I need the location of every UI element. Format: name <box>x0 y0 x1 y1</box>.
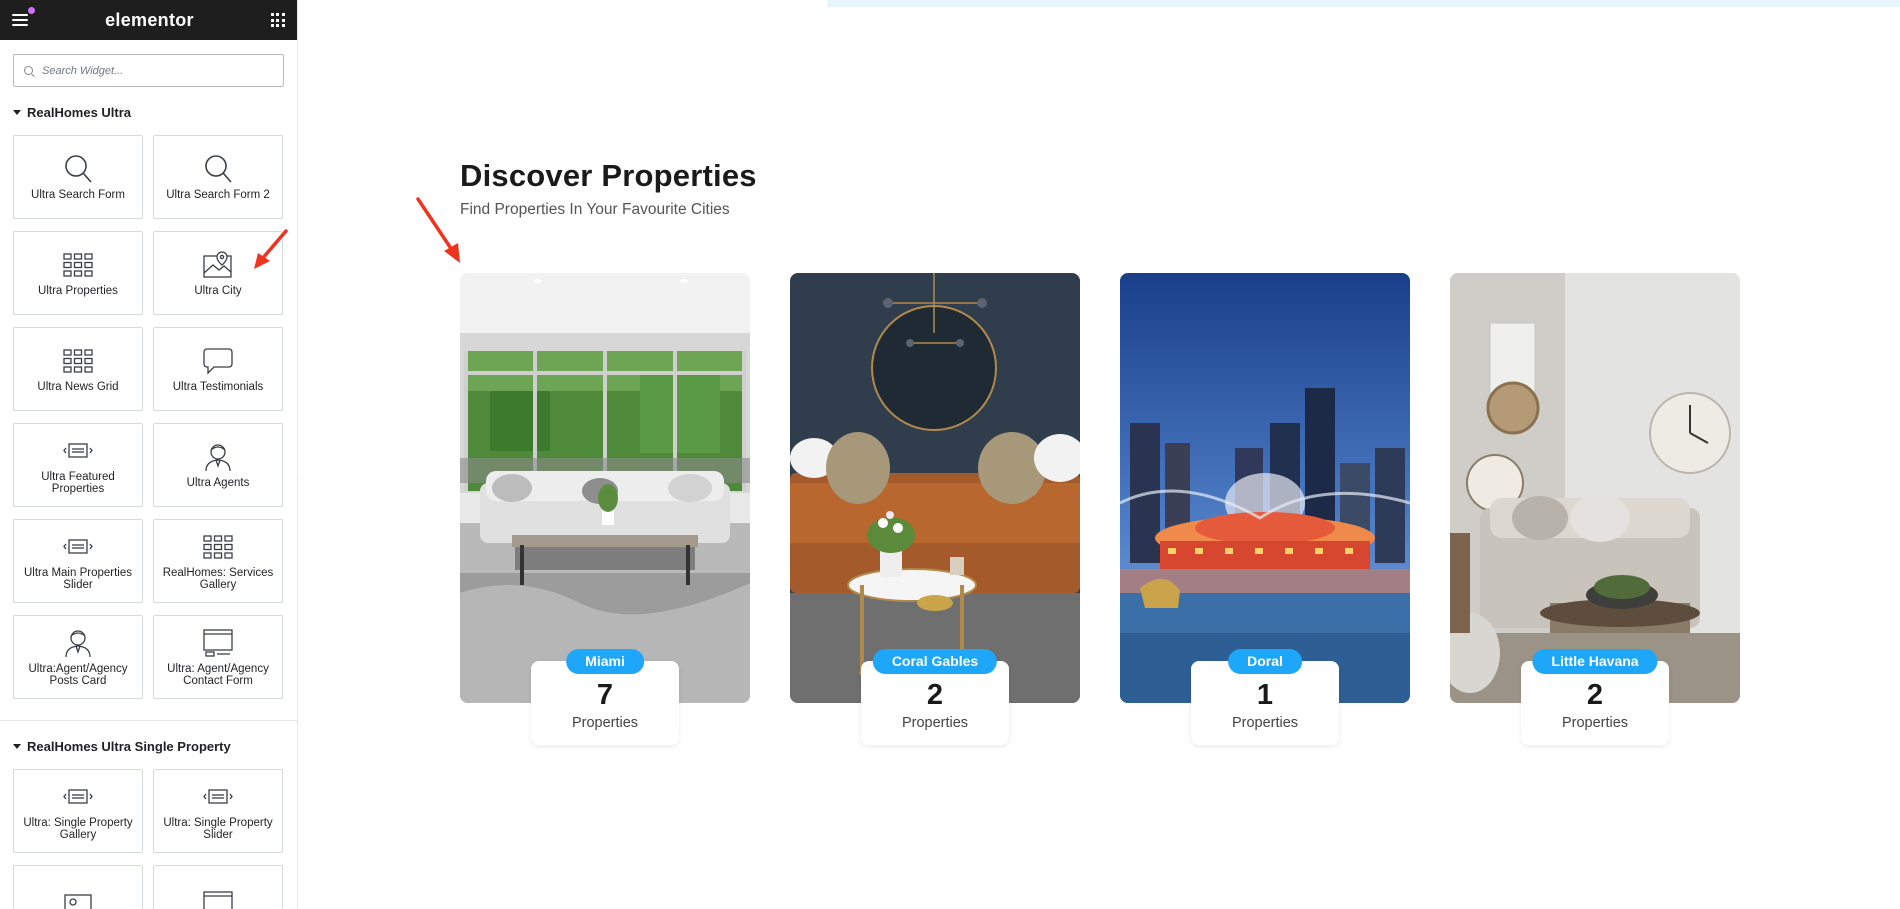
city-name-pill-doral[interactable]: Doral <box>1228 649 1302 674</box>
widget-label: Ultra Testimonials <box>172 381 264 393</box>
widget-label: Ultra Agents <box>186 477 250 489</box>
agent-icon <box>203 441 233 473</box>
widget-grid: Ultra Search Form Ultra Search Form 2 Ultr… <box>0 123 297 699</box>
widget-ultra-testimonials[interactable]: Ultra Testimonials <box>153 327 283 411</box>
widget-label: Ultra:Agent/Agency Posts Card <box>28 663 128 687</box>
property-count: 2 <box>1586 679 1604 711</box>
city-image <box>460 273 750 703</box>
widget-label: Ultra: Agent/Agency Contact Form <box>167 663 269 687</box>
category-realhomes-ultra-single-property: RealHomes Ultra Single Property Ultra: S… <box>0 735 297 909</box>
menu-icon[interactable] <box>12 7 35 26</box>
slider-icon <box>63 531 93 563</box>
grid-icon <box>203 531 233 563</box>
grid-icon <box>63 345 93 377</box>
caret-down-icon <box>13 109 21 115</box>
annotation-arrow-icon <box>416 197 460 263</box>
search-icon <box>203 153 233 185</box>
form-icon <box>203 889 233 909</box>
widget-ultra-single-property-gallery[interactable]: Ultra: Single Property Gallery <box>13 769 143 853</box>
city-name-pill-little-havana[interactable]: Little Havana <box>1532 649 1658 674</box>
widget-label: Ultra Featured Properties <box>41 471 115 495</box>
category-title-text: RealHomes Ultra <box>27 104 132 120</box>
category-title[interactable]: RealHomes Ultra Single Property <box>0 735 297 757</box>
search-box <box>13 54 284 87</box>
search-icon <box>63 153 93 185</box>
widget-ultra-search-form-2[interactable]: Ultra Search Form 2 <box>153 135 283 219</box>
city-card-miami[interactable] <box>460 273 750 703</box>
city-image <box>790 273 1080 703</box>
widget-label: Ultra News Grid <box>37 381 119 393</box>
page-subtitle: Find Properties In Your Favourite Cities <box>460 201 730 218</box>
city-name-pill-coral-gables[interactable]: Coral Gables <box>872 649 998 674</box>
widget-label: Ultra Main Properties Slider <box>23 567 132 591</box>
gallery-icon <box>63 889 93 909</box>
panel-header: elementor <box>0 0 297 40</box>
widget-label: Ultra City <box>194 285 242 297</box>
city-name-pill-miami[interactable]: Miami <box>566 649 644 674</box>
widget-label: Ultra Properties <box>38 285 118 297</box>
property-count-label: Properties <box>571 715 639 731</box>
form-icon <box>203 627 233 659</box>
slider-icon <box>63 781 93 813</box>
agent-icon <box>63 627 93 659</box>
widget-grid: Ultra: Single Property Gallery Ultra: Sin… <box>0 757 297 909</box>
widget-ultra-agents[interactable]: Ultra Agents <box>153 423 283 507</box>
map-image-icon <box>203 249 233 281</box>
annotation-arrow-icon <box>254 229 288 269</box>
category-realhomes-ultra: RealHomes Ultra Ultra Search Form Ultra S… <box>0 101 297 699</box>
city-image <box>1450 273 1740 703</box>
widget-ultra-agent-agency-contact-form[interactable]: Ultra: Agent/Agency Contact Form <box>153 615 283 699</box>
widget-ultra-properties[interactable]: Ultra Properties <box>13 231 143 315</box>
widget-label: RealHomes: Services Gallery <box>162 567 274 591</box>
widget-ultra-main-properties-slider[interactable]: Ultra Main Properties Slider <box>13 519 143 603</box>
elementor-logo: elementor <box>105 9 194 30</box>
city-card-little-havana[interactable] <box>1450 273 1740 703</box>
city-image <box>1120 273 1410 703</box>
apps-grid-icon[interactable] <box>270 13 285 27</box>
widget-realhomes-services-gallery[interactable]: RealHomes: Services Gallery <box>153 519 283 603</box>
property-count-label: Properties <box>1231 715 1299 731</box>
slider-icon <box>203 781 233 813</box>
elementor-panel: elementor RealHomes Ultra Ultra Search F… <box>0 0 298 909</box>
widget-label: Ultra Search Form <box>31 189 125 201</box>
preview-canvas: Discover Properties Find Properties In Y… <box>299 0 1900 909</box>
widget-label: Ultra: Single Property Slider <box>163 817 273 841</box>
grid-icon <box>63 249 93 281</box>
widget-form-icon[interactable] <box>153 865 283 909</box>
property-count-label: Properties <box>901 715 969 731</box>
widget-ultra-news-grid[interactable]: Ultra News Grid <box>13 327 143 411</box>
widget-label: Ultra: Single Property Gallery <box>23 817 133 841</box>
property-count: 1 <box>1256 679 1274 711</box>
property-count: 2 <box>926 679 944 711</box>
property-count: 7 <box>596 679 614 711</box>
category-title[interactable]: RealHomes Ultra <box>0 101 297 123</box>
search-widget-input[interactable] <box>14 55 283 86</box>
search-icon <box>24 66 33 75</box>
widget-ultra-featured-properties[interactable]: Ultra Featured Properties <box>13 423 143 507</box>
widget-ultra-agent-agency-posts-card[interactable]: Ultra:Agent/Agency Posts Card <box>13 615 143 699</box>
page-title: Discover Properties <box>460 158 757 193</box>
divider <box>0 720 297 721</box>
category-title-text: RealHomes Ultra Single Property <box>27 738 231 754</box>
notification-dot <box>28 7 35 14</box>
widget-ultra-search-form[interactable]: Ultra Search Form <box>13 135 143 219</box>
city-card-coral-gables[interactable] <box>790 273 1080 703</box>
property-count-label: Properties <box>1561 715 1629 731</box>
widget-label: Ultra Search Form 2 <box>166 189 270 201</box>
caret-down-icon <box>13 743 21 749</box>
speech-bubble-icon <box>203 345 233 377</box>
top-section-strip <box>827 0 1900 7</box>
widget-gallery-icon[interactable] <box>13 865 143 909</box>
widget-ultra-single-property-slider[interactable]: Ultra: Single Property Slider <box>153 769 283 853</box>
slider-icon <box>63 435 93 467</box>
search-wrapper <box>0 40 297 101</box>
city-card-doral[interactable] <box>1120 273 1410 703</box>
